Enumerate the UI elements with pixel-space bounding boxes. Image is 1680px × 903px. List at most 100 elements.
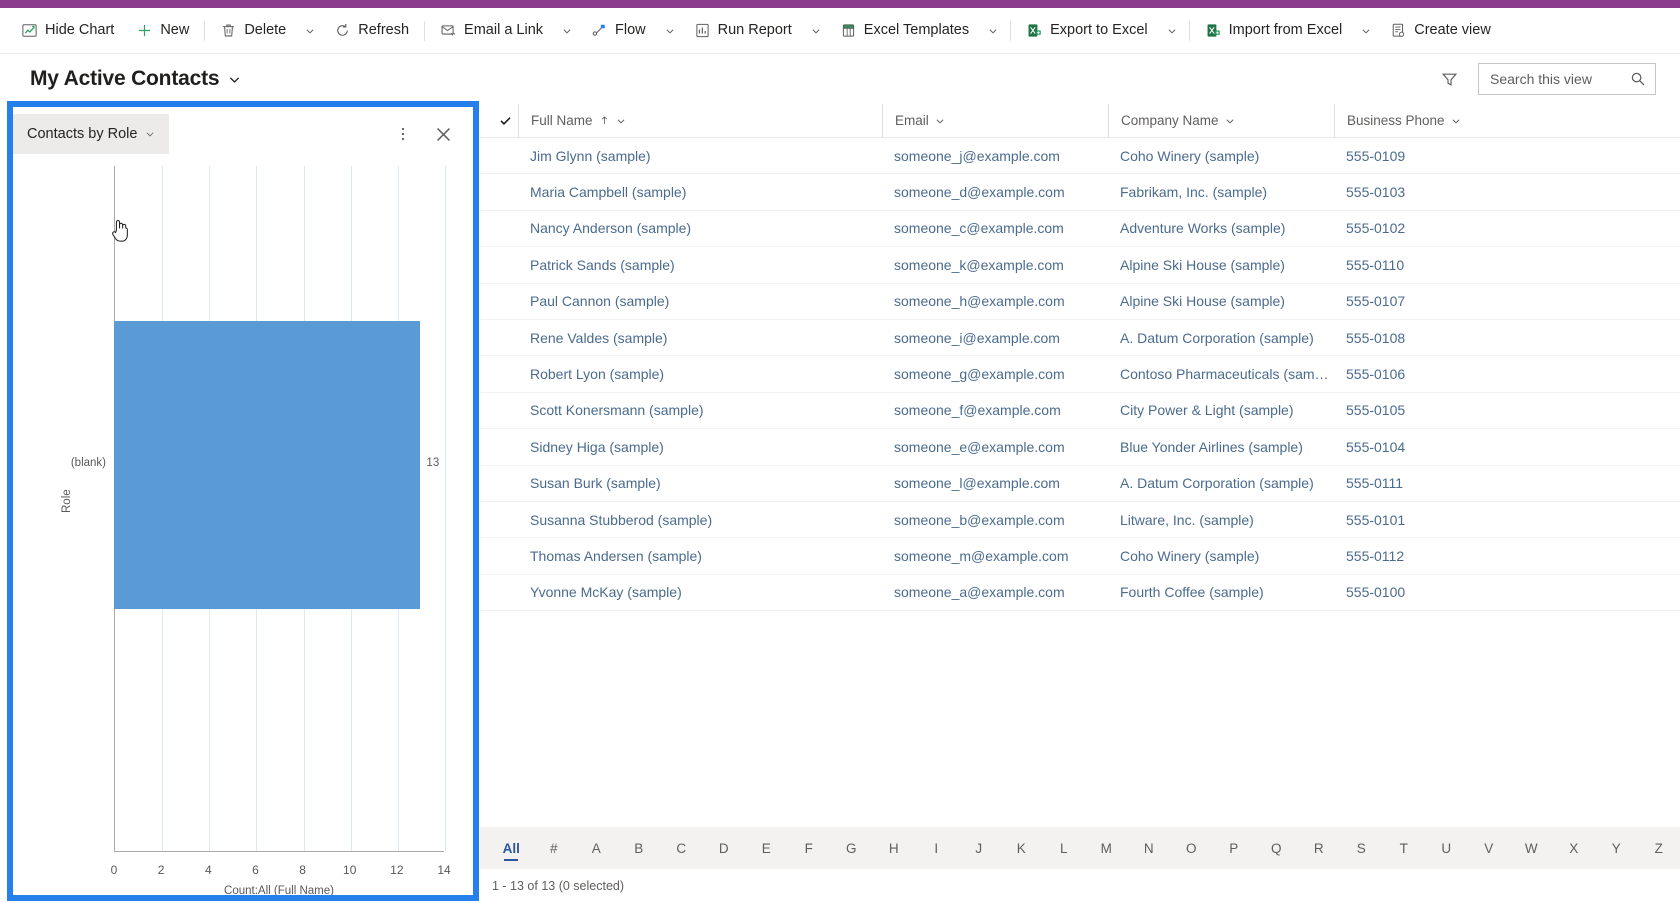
- search-input[interactable]: [1488, 70, 1624, 88]
- cell-email[interactable]: someone_e@example.com: [882, 439, 1108, 455]
- cell-email[interactable]: someone_c@example.com: [882, 220, 1108, 236]
- command-excel-templates[interactable]: Excel Templates: [829, 12, 980, 50]
- cell-business-phone[interactable]: 555-0110: [1334, 257, 1594, 273]
- table-row[interactable]: Patrick Sands (sample) someone_k@example.…: [480, 247, 1680, 284]
- alpha-filter-c[interactable]: C: [660, 837, 703, 860]
- command-run-report-caret[interactable]: [803, 12, 829, 50]
- command-create-view[interactable]: Create view: [1379, 12, 1502, 50]
- cell-business-phone[interactable]: 555-0104: [1334, 439, 1594, 455]
- cell-company-name[interactable]: Alpine Ski House (sample): [1108, 293, 1334, 309]
- chart-selector[interactable]: Contacts by Role: [13, 114, 170, 154]
- command-refresh[interactable]: Refresh: [323, 12, 420, 50]
- cell-full-name[interactable]: Patrick Sands (sample): [518, 257, 882, 273]
- alpha-filter-u[interactable]: U: [1425, 837, 1468, 860]
- alpha-filter-j[interactable]: J: [958, 837, 1001, 860]
- cell-email[interactable]: someone_j@example.com: [882, 148, 1108, 164]
- table-row[interactable]: Sidney Higa (sample) someone_e@example.co…: [480, 429, 1680, 466]
- command-email-a-link[interactable]: Email a Link: [429, 12, 554, 50]
- cell-email[interactable]: someone_f@example.com: [882, 402, 1108, 418]
- alpha-filter-k[interactable]: K: [1000, 837, 1043, 860]
- table-row[interactable]: Paul Cannon (sample) someone_h@example.co…: [480, 284, 1680, 320]
- cell-full-name[interactable]: Robert Lyon (sample): [518, 366, 882, 382]
- cell-company-name[interactable]: A. Datum Corporation (sample): [1108, 330, 1334, 346]
- column-header-email[interactable]: Email: [882, 103, 1108, 138]
- command-flow[interactable]: Flow: [580, 12, 657, 50]
- cell-business-phone[interactable]: 555-0105: [1334, 402, 1594, 418]
- column-header-full-name[interactable]: Full Name: [518, 103, 882, 138]
- table-row[interactable]: Susan Burk (sample) someone_l@example.com…: [480, 466, 1680, 502]
- cell-business-phone[interactable]: 555-0107: [1334, 293, 1594, 309]
- alpha-filter-n[interactable]: N: [1128, 837, 1171, 860]
- alpha-filter-z[interactable]: Z: [1638, 837, 1680, 860]
- cell-full-name[interactable]: Thomas Andersen (sample): [518, 548, 882, 564]
- cell-full-name[interactable]: Scott Konersmann (sample): [518, 402, 882, 418]
- alpha-filter-o[interactable]: O: [1170, 837, 1213, 860]
- alpha-filter-m[interactable]: M: [1085, 837, 1128, 860]
- close-icon[interactable]: [429, 120, 457, 148]
- filter-icon[interactable]: [1434, 64, 1464, 94]
- command-delete[interactable]: Delete: [209, 12, 297, 50]
- cell-email[interactable]: someone_m@example.com: [882, 548, 1108, 564]
- cell-business-phone[interactable]: 555-0108: [1334, 330, 1594, 346]
- command-run-report[interactable]: Run Report: [683, 12, 803, 50]
- more-vertical-icon[interactable]: [389, 120, 417, 148]
- command-import-from-excel[interactable]: Import from Excel: [1194, 12, 1354, 50]
- cell-full-name[interactable]: Paul Cannon (sample): [518, 293, 882, 309]
- alpha-filter-a[interactable]: A: [575, 837, 618, 860]
- cell-email[interactable]: someone_b@example.com: [882, 512, 1108, 528]
- cell-email[interactable]: someone_a@example.com: [882, 584, 1108, 600]
- command-delete-caret[interactable]: [297, 12, 323, 50]
- cell-email[interactable]: someone_d@example.com: [882, 184, 1108, 200]
- cell-company-name[interactable]: Blue Yonder Airlines (sample): [1108, 439, 1334, 455]
- alpha-filter-v[interactable]: V: [1468, 837, 1511, 860]
- cell-full-name[interactable]: Nancy Anderson (sample): [518, 220, 882, 236]
- cell-company-name[interactable]: Fourth Coffee (sample): [1108, 584, 1334, 600]
- alpha-filter-hash[interactable]: #: [533, 837, 576, 860]
- cell-business-phone[interactable]: 555-0112: [1334, 548, 1594, 564]
- alpha-filter-r[interactable]: R: [1298, 837, 1341, 860]
- table-row[interactable]: Jim Glynn (sample) someone_j@example.com C…: [480, 138, 1680, 175]
- command-hide-chart[interactable]: Hide Chart: [10, 12, 125, 50]
- cell-business-phone[interactable]: 555-0106: [1334, 366, 1594, 382]
- alpha-filter-d[interactable]: D: [703, 837, 746, 860]
- cell-company-name[interactable]: Alpine Ski House (sample): [1108, 257, 1334, 273]
- bar-series-0[interactable]: [114, 320, 421, 610]
- alpha-filter-w[interactable]: W: [1510, 837, 1553, 860]
- cell-email[interactable]: someone_k@example.com: [882, 257, 1108, 273]
- cell-email[interactable]: someone_l@example.com: [882, 475, 1108, 491]
- alpha-filter-p[interactable]: P: [1213, 837, 1256, 860]
- alpha-filter-g[interactable]: G: [830, 837, 873, 860]
- table-row[interactable]: Yvonne McKay (sample) someone_a@example.c…: [480, 575, 1680, 612]
- column-header-company-name[interactable]: Company Name: [1108, 103, 1334, 138]
- table-row[interactable]: Scott Konersmann (sample) someone_f@examp…: [480, 393, 1680, 430]
- command-email-a-link-caret[interactable]: [554, 12, 580, 50]
- cell-company-name[interactable]: Contoso Pharmaceuticals (sample): [1108, 366, 1334, 382]
- cell-business-phone[interactable]: 555-0109: [1334, 148, 1594, 164]
- command-import-from-excel-caret[interactable]: [1353, 12, 1379, 50]
- alpha-filter-b[interactable]: B: [618, 837, 661, 860]
- cell-business-phone[interactable]: 555-0101: [1334, 512, 1594, 528]
- cell-company-name[interactable]: City Power & Light (sample): [1108, 402, 1334, 418]
- alpha-filter-y[interactable]: Y: [1595, 837, 1638, 860]
- table-row[interactable]: Susanna Stubberod (sample) someone_b@exam…: [480, 502, 1680, 539]
- search-box[interactable]: [1478, 63, 1656, 95]
- alpha-filter-x[interactable]: X: [1553, 837, 1596, 860]
- cell-email[interactable]: someone_i@example.com: [882, 330, 1108, 346]
- alpha-filter-all[interactable]: All: [490, 837, 533, 860]
- cell-full-name[interactable]: Rene Valdes (sample): [518, 330, 882, 346]
- cell-full-name[interactable]: Susan Burk (sample): [518, 475, 882, 491]
- cell-company-name[interactable]: Adventure Works (sample): [1108, 220, 1334, 236]
- alpha-filter-i[interactable]: I: [915, 837, 958, 860]
- search-icon[interactable]: [1630, 71, 1646, 87]
- command-new[interactable]: New: [125, 12, 200, 50]
- column-header-business-phone[interactable]: Business Phone: [1334, 103, 1594, 138]
- alpha-filter-e[interactable]: E: [745, 837, 788, 860]
- cell-company-name[interactable]: Coho Winery (sample): [1108, 148, 1334, 164]
- alpha-filter-t[interactable]: T: [1383, 837, 1426, 860]
- alpha-filter-s[interactable]: S: [1340, 837, 1383, 860]
- view-selector[interactable]: My Active Contacts: [30, 67, 241, 91]
- cell-full-name[interactable]: Sidney Higa (sample): [518, 439, 882, 455]
- command-flow-caret[interactable]: [657, 12, 683, 50]
- alpha-filter-h[interactable]: H: [873, 837, 916, 860]
- cell-company-name[interactable]: Fabrikam, Inc. (sample): [1108, 184, 1334, 200]
